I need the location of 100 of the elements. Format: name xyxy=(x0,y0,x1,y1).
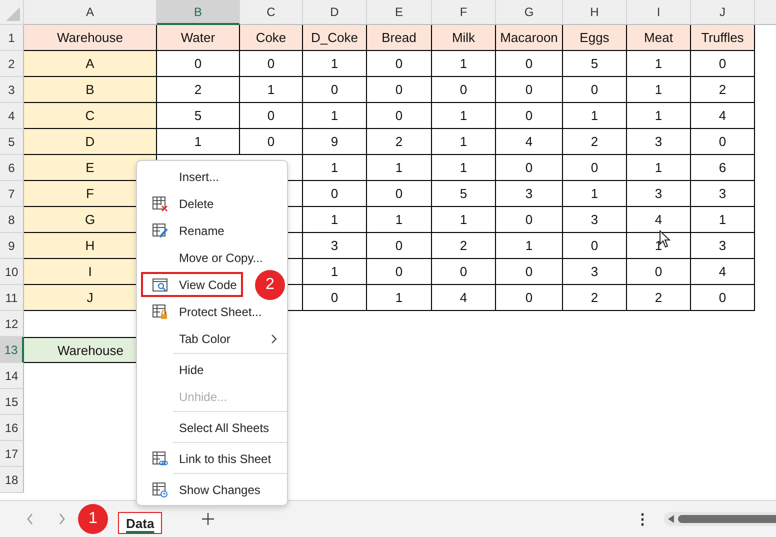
table-cell: 1 xyxy=(240,77,303,103)
table-cell: 1 xyxy=(303,103,367,129)
table-cell: 0 xyxy=(303,181,367,207)
menu-item[interactable]: Select All Sheets xyxy=(179,420,287,434)
table-cell: 2 xyxy=(627,285,691,311)
table-cell: 0 xyxy=(367,233,432,259)
table-cell: 1 xyxy=(627,155,691,181)
table-cell: 1 xyxy=(627,77,691,103)
table-cell: 5 xyxy=(432,181,496,207)
column-header[interactable]: G xyxy=(496,0,563,25)
column-header[interactable]: F xyxy=(432,0,496,25)
column-heading-cell: Meat xyxy=(627,25,691,51)
table-cell: 0 xyxy=(157,51,240,77)
table-cell: 0 xyxy=(367,51,432,77)
row-header[interactable]: 4 xyxy=(0,103,24,129)
more-options-button[interactable]: ⋮ xyxy=(635,510,650,528)
row-header[interactable]: 11 xyxy=(0,285,24,311)
column-heading-cell: Truffles xyxy=(691,25,755,51)
table-cell: 0 xyxy=(691,285,755,311)
table-cell: 0 xyxy=(496,155,563,181)
table-cell: 1 xyxy=(627,51,691,77)
table-cell: 0 xyxy=(367,77,432,103)
table-cell: B xyxy=(24,77,157,103)
table-cell: 0 xyxy=(496,103,563,129)
row-header[interactable]: 8 xyxy=(0,207,24,233)
table-cell: 1 xyxy=(367,285,432,311)
menu-item[interactable]: Delete xyxy=(179,196,287,210)
row-header[interactable]: 14 xyxy=(0,363,24,389)
menu-item[interactable]: Move or Copy... xyxy=(179,250,287,264)
table-cell: 2 xyxy=(432,233,496,259)
menu-item[interactable]: Show Changes xyxy=(179,482,287,496)
row-header[interactable]: 17 xyxy=(0,441,24,467)
row-header[interactable]: 10 xyxy=(0,259,24,285)
table-cell: 0 xyxy=(432,77,496,103)
table-cell: 0 xyxy=(563,77,627,103)
table-cell: 0 xyxy=(240,103,303,129)
table-cell: 1 xyxy=(303,51,367,77)
row-header[interactable]: 7 xyxy=(0,181,24,207)
menu-item[interactable]: Insert... xyxy=(179,170,287,184)
column-header[interactable]: J xyxy=(691,0,755,25)
row-header[interactable]: 3 xyxy=(0,77,24,103)
table-cell: 1 xyxy=(691,207,755,233)
table-cell: 4 xyxy=(691,259,755,285)
table-cell: 2 xyxy=(563,129,627,155)
sheet-tab[interactable]: Data xyxy=(118,512,162,534)
row-header[interactable]: 5 xyxy=(0,129,24,155)
column-header[interactable]: D xyxy=(303,0,367,25)
table-cell: 0 xyxy=(432,259,496,285)
table-cell: 3 xyxy=(563,207,627,233)
row-header[interactable]: 15 xyxy=(0,389,24,415)
step-badge: 2 xyxy=(255,270,285,300)
table-cell: 0 xyxy=(691,51,755,77)
table-cell: 6 xyxy=(691,155,755,181)
table-cell: 2 xyxy=(691,77,755,103)
column-heading-cell: Bread xyxy=(367,25,432,51)
column-header[interactable]: C xyxy=(240,0,303,25)
table-cell: 1 xyxy=(432,51,496,77)
table-cell: 5 xyxy=(563,51,627,77)
row-header[interactable]: 18 xyxy=(0,467,24,493)
row-header[interactable]: 12 xyxy=(0,311,24,337)
table-cell: 1 xyxy=(303,155,367,181)
table-cell: 1 xyxy=(157,129,240,155)
table-cell: 4 xyxy=(691,103,755,129)
table-cell: 1 xyxy=(432,103,496,129)
column-header[interactable]: E xyxy=(367,0,432,25)
menu-item[interactable]: Hide xyxy=(179,362,287,376)
table-cell: 2 xyxy=(157,77,240,103)
table-cell: 1 xyxy=(303,259,367,285)
table-cell: 1 xyxy=(563,181,627,207)
table-cell: 0 xyxy=(303,285,367,311)
table-cell: 4 xyxy=(627,207,691,233)
step-badge: 1 xyxy=(78,504,108,534)
table-cell: 3 xyxy=(303,233,367,259)
column-heading-cell: Warehouse xyxy=(24,25,157,51)
menu-item[interactable]: View Code xyxy=(179,278,237,292)
row-header[interactable]: 2 xyxy=(0,51,24,77)
table-cell: 2 xyxy=(563,285,627,311)
table-cell: 0 xyxy=(496,259,563,285)
table-cell: D xyxy=(24,129,157,155)
table-cell: 0 xyxy=(496,77,563,103)
menu-item[interactable]: Link to this Sheet xyxy=(179,452,287,466)
menu-item[interactable]: Protect Sheet... xyxy=(179,304,287,318)
column-header[interactable]: H xyxy=(563,0,627,25)
column-heading-cell: D_Coke xyxy=(303,25,367,51)
column-heading-cell: Coke xyxy=(240,25,303,51)
row-header[interactable]: 1 xyxy=(0,25,24,51)
table-cell: 0 xyxy=(496,285,563,311)
table-cell: 4 xyxy=(496,129,563,155)
row-header[interactable]: 16 xyxy=(0,415,24,441)
menu-item[interactable]: Rename xyxy=(179,224,287,238)
column-header[interactable]: A xyxy=(24,0,157,25)
menu-item[interactable]: Tab Color xyxy=(179,332,287,346)
table-cell: 2 xyxy=(367,129,432,155)
table-cell: 3 xyxy=(691,181,755,207)
column-header[interactable]: B xyxy=(157,0,240,25)
row-header[interactable]: 9 xyxy=(0,233,24,259)
table-cell: C xyxy=(24,103,157,129)
row-header[interactable]: 6 xyxy=(0,155,24,181)
column-header[interactable]: I xyxy=(627,0,691,25)
row-header[interactable]: 13 xyxy=(0,337,24,363)
